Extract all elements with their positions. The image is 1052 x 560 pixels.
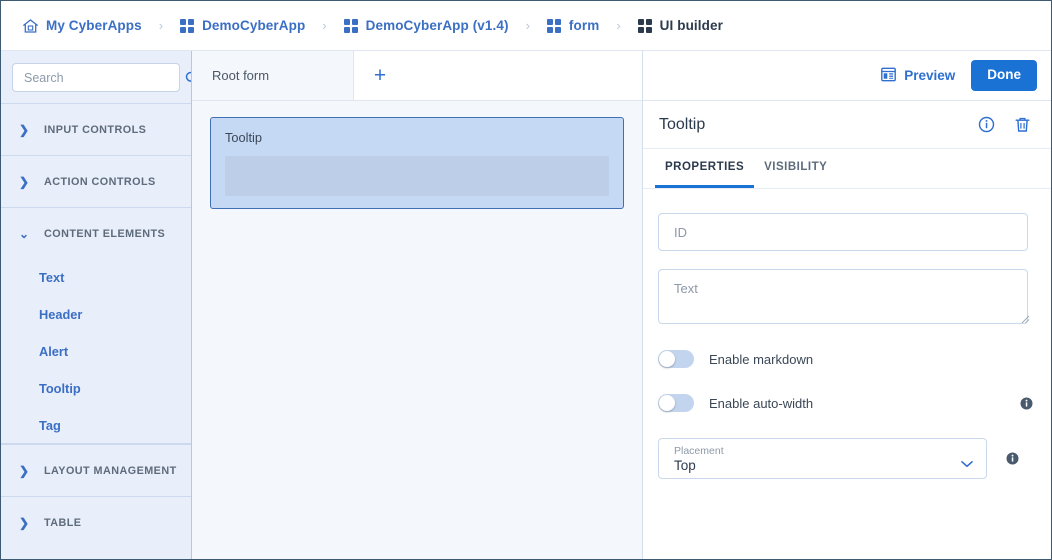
- sidebar-section-content-elements[interactable]: ⌄ CONTENT ELEMENTS: [1, 207, 191, 259]
- search-box[interactable]: [12, 63, 191, 92]
- enable-auto-width-toggle[interactable]: [658, 394, 694, 412]
- breadcrumb-item-my-cyberapps[interactable]: My CyberApps: [23, 18, 142, 33]
- sidebar-section-label: LAYOUT MANAGEMENT: [44, 464, 177, 477]
- placement-select[interactable]: Placement Top: [658, 438, 987, 479]
- breadcrumb: My CyberApps › DemoCyberApp › DemoCyberA…: [1, 1, 1051, 51]
- id-field[interactable]: [658, 213, 1028, 251]
- preview-button[interactable]: Preview: [879, 63, 957, 89]
- tooltip-widget-slot: [225, 156, 609, 196]
- enable-markdown-row: Enable markdown: [658, 350, 1033, 368]
- sidebar-section-label: INPUT CONTROLS: [44, 123, 147, 136]
- search-icon[interactable]: [185, 71, 191, 85]
- enable-markdown-toggle[interactable]: [658, 350, 694, 368]
- preview-icon: [881, 67, 897, 85]
- properties-title: Tooltip: [659, 115, 706, 133]
- sidebar-item-tag[interactable]: Tag: [1, 407, 191, 444]
- preview-button-label: Preview: [904, 68, 956, 83]
- info-icon[interactable]: [1020, 397, 1033, 410]
- chevron-right-icon: ❯: [19, 515, 30, 530]
- add-tab-button[interactable]: +: [354, 51, 406, 100]
- breadcrumb-item-label: DemoCyberApp: [202, 18, 306, 33]
- breadcrumb-separator: ›: [616, 18, 621, 33]
- sidebar-section-input-controls[interactable]: ❯ INPUT CONTROLS: [1, 103, 191, 155]
- components-sidebar: ❯ INPUT CONTROLS ❯ ACTION CONTROLS ⌄ CON…: [1, 51, 192, 559]
- toggle-knob: [659, 395, 675, 411]
- tab-visibility[interactable]: VISIBILITY: [754, 149, 837, 188]
- breadcrumb-separator: ›: [158, 18, 164, 33]
- tooltip-widget[interactable]: Tooltip: [210, 117, 624, 209]
- breadcrumb-item-label: My CyberApps: [46, 18, 142, 33]
- chevron-down-icon: ⌄: [19, 226, 30, 241]
- sidebar-search-wrap: [1, 51, 191, 103]
- breadcrumb-item-ui-builder: UI builder: [637, 18, 723, 33]
- text-field[interactable]: [658, 269, 1033, 324]
- chevron-right-icon: ❯: [19, 174, 30, 189]
- main-area: ❯ INPUT CONTROLS ❯ ACTION CONTROLS ⌄ CON…: [1, 51, 1051, 559]
- search-input[interactable]: [24, 70, 185, 85]
- chevron-right-icon: ❯: [19, 463, 30, 478]
- properties-body: Enable markdown Enable auto-width: [643, 189, 1051, 559]
- tooltip-widget-label: Tooltip: [225, 130, 262, 145]
- sidebar-section-action-controls[interactable]: ❯ ACTION CONTROLS: [1, 155, 191, 207]
- grid-icon: [637, 18, 652, 33]
- breadcrumb-item-label: form: [568, 18, 600, 33]
- grid-icon: [546, 18, 561, 33]
- enable-markdown-label: Enable markdown: [709, 351, 814, 367]
- breadcrumb-separator: ›: [322, 18, 327, 33]
- breadcrumb-item-democyberapp[interactable]: DemoCyberApp: [180, 18, 305, 33]
- home-icon: [23, 18, 38, 33]
- enable-auto-width-row: Enable auto-width: [658, 394, 1033, 412]
- properties-tabs: PROPERTIES VISIBILITY: [643, 149, 1051, 189]
- breadcrumb-item-democyberapp-v14[interactable]: DemoCyberApp (v1.4): [343, 18, 509, 33]
- properties-header: Tooltip: [643, 101, 1051, 149]
- sidebar-section-label: ACTION CONTROLS: [44, 175, 156, 188]
- form-canvas[interactable]: Tooltip: [192, 101, 642, 559]
- toggle-knob: [659, 351, 675, 367]
- breadcrumb-item-label: UI builder: [659, 18, 723, 33]
- sidebar-filler: [1, 548, 191, 559]
- sidebar-section-label: TABLE: [44, 516, 82, 529]
- trash-icon[interactable]: [1011, 114, 1033, 136]
- sidebar-section-label: CONTENT ELEMENTS: [44, 227, 166, 240]
- tab-properties[interactable]: PROPERTIES: [655, 149, 755, 188]
- placement-row: Placement Top: [658, 438, 1033, 479]
- tab-root-form[interactable]: Root form: [192, 51, 354, 100]
- sidebar-item-alert[interactable]: Alert: [1, 333, 191, 370]
- placement-value: Top: [674, 458, 696, 474]
- sidebar-item-text[interactable]: Text: [1, 259, 191, 296]
- placement-caption: Placement: [674, 444, 724, 457]
- chevron-down-icon[interactable]: [961, 455, 973, 467]
- grid-icon: [180, 18, 195, 33]
- breadcrumb-item-label: DemoCyberApp (v1.4): [365, 18, 509, 33]
- properties-panel: Preview Done Tooltip PROPERTIES VISIBILI…: [643, 51, 1051, 559]
- id-input[interactable]: [659, 214, 1027, 250]
- breadcrumb-separator: ›: [525, 18, 530, 33]
- grid-icon: [343, 18, 358, 33]
- canvas-tabbar: Root form +: [192, 51, 642, 101]
- sidebar-section-layout-management[interactable]: ❯ LAYOUT MANAGEMENT: [1, 444, 191, 496]
- breadcrumb-item-form[interactable]: form: [546, 18, 600, 33]
- form-canvas-column: Root form + Tooltip: [192, 51, 643, 559]
- sidebar-section-table[interactable]: ❯ TABLE: [1, 496, 191, 548]
- panel-action-bar: Preview Done: [643, 51, 1051, 101]
- ui-builder-window: My CyberApps › DemoCyberApp › DemoCyberA…: [0, 0, 1052, 560]
- chevron-right-icon: ❯: [19, 122, 30, 137]
- sidebar-item-tooltip[interactable]: Tooltip: [1, 370, 191, 407]
- info-circle-icon[interactable]: [975, 114, 997, 136]
- done-button[interactable]: Done: [971, 60, 1037, 91]
- info-icon[interactable]: [1006, 452, 1019, 465]
- text-input[interactable]: [658, 269, 1028, 324]
- enable-auto-width-label: Enable auto-width: [709, 395, 814, 411]
- sidebar-item-header[interactable]: Header: [1, 296, 191, 333]
